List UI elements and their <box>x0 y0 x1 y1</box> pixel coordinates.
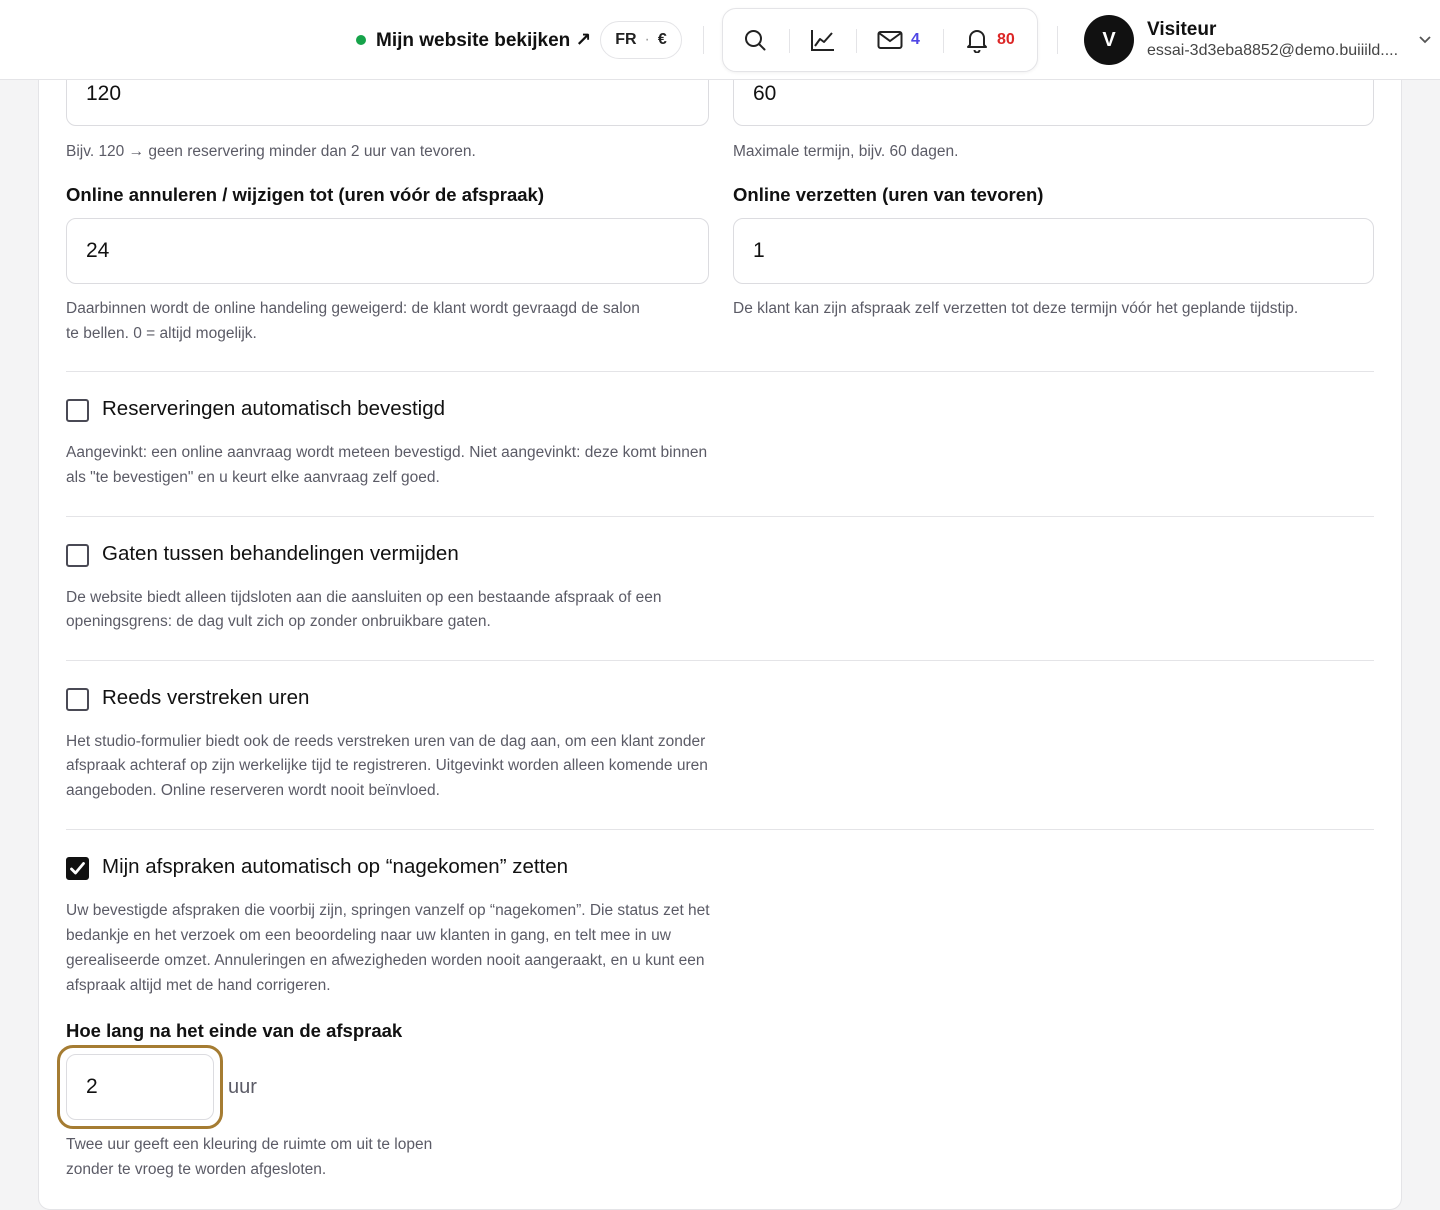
search-button[interactable] <box>743 9 767 71</box>
reschedule-help: De klant kan zijn afspraak zelf verzette… <box>733 300 1299 317</box>
max-advance-help: Maximale termijn, bijv. 60 dagen. <box>733 143 959 160</box>
delay-hours-value: 2 <box>86 1075 98 1098</box>
divider <box>66 516 1374 517</box>
notifications-button[interactable]: 80 <box>965 9 1015 71</box>
chevron-down-icon <box>1419 36 1431 44</box>
language-code: FR <box>615 31 637 48</box>
avoid-gaps-checkbox[interactable] <box>66 544 89 567</box>
past-hours-help-line-1: Het studio-formulier biedt ook de reeds … <box>66 733 706 750</box>
divider <box>66 371 1374 372</box>
auto-complete-help-line-3: gerealiseerde omzet. Annuleringen en afw… <box>66 952 705 969</box>
currency-symbol: € <box>657 31 667 48</box>
stats-button[interactable] <box>810 9 836 71</box>
past-hours-label[interactable]: Reeds verstreken uren <box>102 686 309 710</box>
divider <box>943 29 944 53</box>
language-separator: · <box>644 31 650 48</box>
past-hours-checkbox[interactable] <box>66 688 89 711</box>
reschedule-label: Online verzetten (uren van tevoren) <box>733 184 1044 205</box>
user-menu-toggle[interactable] <box>1418 32 1432 51</box>
auto-complete-help-line-1: Uw bevestigde afspraken die voorbij zijn… <box>66 902 710 919</box>
divider <box>1057 26 1058 54</box>
max-advance-value: 60 <box>753 82 777 105</box>
auto-complete-help-line-4: afspraak altijd met de hand corrigeren. <box>66 977 331 994</box>
delay-unit: uur <box>228 1076 257 1098</box>
auto-complete-label[interactable]: Mijn afspraken automatisch op “nagekomen… <box>102 855 568 879</box>
divider <box>856 29 857 53</box>
delay-hours-input[interactable]: 2 <box>66 1054 214 1120</box>
online-status-dot <box>356 35 366 45</box>
delay-label: Hoe lang na het einde van de afspraak <box>66 1020 403 1041</box>
auto-confirm-help-line-1: Aangevinkt: een online aanvraag wordt me… <box>66 444 708 461</box>
divider <box>789 29 790 53</box>
avoid-gaps-help-line-2: openingsgrens: de dag vult zich op zonde… <box>66 613 491 630</box>
auto-confirm-help-line-2: als "te bevestigen" en u keurt elke aanv… <box>66 469 440 486</box>
top-bar: Mijn website bekijken ↗ FR · € 4 80 V Vi… <box>0 0 1440 80</box>
cancel-hours-value: 24 <box>86 239 110 262</box>
search-icon <box>745 30 766 51</box>
messages-button[interactable]: 4 <box>877 9 920 71</box>
language-currency-selector[interactable]: FR · € <box>600 21 682 59</box>
past-hours-help-line-2: afspraak achteraf op zijn werkelijke tij… <box>66 757 708 774</box>
auto-confirm-checkbox[interactable] <box>66 399 89 422</box>
min-advance-help: Bijv. 120 → geen reservering minder dan … <box>66 143 476 160</box>
avoid-gaps-help-line-1: De website biedt alleen tijdsloten aan d… <box>66 589 662 606</box>
auto-complete-help-line-2: bedankje en het verzoek om een beoordeli… <box>66 927 671 944</box>
mail-icon <box>877 31 903 49</box>
reschedule-hours-input[interactable]: 1 <box>733 218 1374 284</box>
cancel-label: Online annuleren / wijzigen tot (uren vó… <box>66 184 544 205</box>
divider <box>66 660 1374 661</box>
view-website-label: Mijn website bekijken ↗ <box>376 29 592 51</box>
view-website-link[interactable]: Mijn website bekijken ↗ <box>356 27 591 53</box>
delay-help-line-2: zonder te vroeg te worden afgesloten. <box>66 1161 327 1178</box>
divider <box>703 26 704 54</box>
cancel-hours-input[interactable]: 24 <box>66 218 709 284</box>
delay-help-line-1: Twee uur geeft een kleuring de ruimte om… <box>66 1136 433 1153</box>
past-hours-help-line-3: aangeboden. Online reserveren wordt nooi… <box>66 782 440 799</box>
notifications-count: 80 <box>997 31 1015 48</box>
auto-complete-checkbox[interactable] <box>66 857 89 880</box>
bell-icon <box>967 30 987 53</box>
auto-confirm-label[interactable]: Reserveringen automatisch bevestigd <box>102 397 445 421</box>
user-name: Visiteur <box>1147 19 1217 40</box>
divider <box>66 829 1374 830</box>
avoid-gaps-label[interactable]: Gaten tussen behandelingen vermijden <box>102 542 459 566</box>
min-advance-value: 120 <box>86 82 122 105</box>
messages-count: 4 <box>911 31 920 48</box>
toolbar: 4 80 <box>722 8 1038 72</box>
cancel-help-line-1: Daarbinnen wordt de online handeling gew… <box>66 300 640 317</box>
reschedule-hours-value: 1 <box>753 239 765 262</box>
check-icon <box>70 862 85 875</box>
chart-icon <box>811 30 834 51</box>
avatar[interactable]: V <box>1084 15 1134 65</box>
user-email: essai-3d3eba8852@demo.buiiild.... <box>1147 42 1399 59</box>
cancel-help-line-2: te bellen. 0 = altijd mogelijk. <box>66 325 257 342</box>
